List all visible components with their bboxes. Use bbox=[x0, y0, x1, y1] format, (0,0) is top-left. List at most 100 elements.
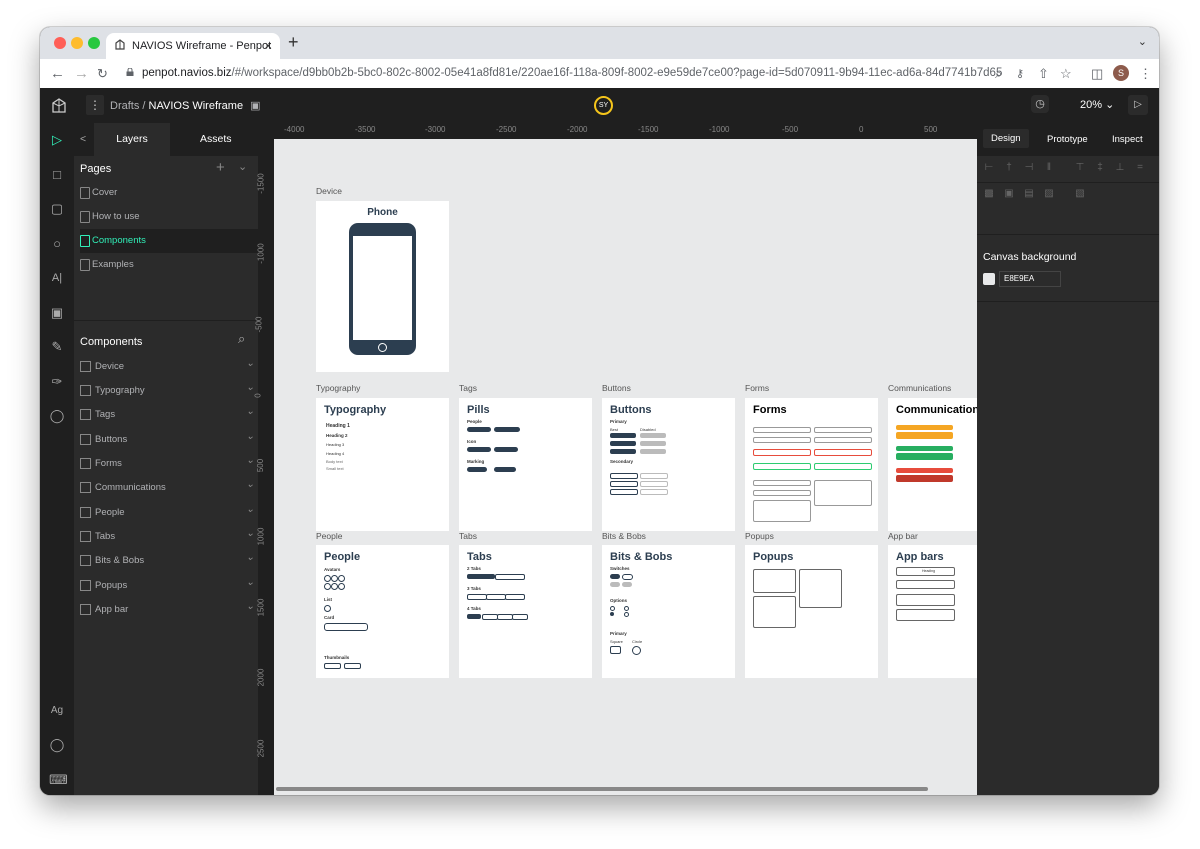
boolean-difference-icon[interactable]: ▣ bbox=[1003, 188, 1015, 200]
penpot-logo-icon[interactable] bbox=[50, 97, 68, 115]
curve-tool-icon[interactable]: ✎ bbox=[49, 339, 65, 355]
forward-icon[interactable]: → bbox=[74, 65, 89, 82]
typography-palette-icon[interactable]: Ag bbox=[49, 703, 65, 719]
board-label-tags[interactable]: Tags bbox=[459, 383, 477, 393]
tab-design[interactable]: Design bbox=[983, 129, 1029, 148]
board-label-popups[interactable]: Popups bbox=[745, 531, 774, 541]
chevron-down-icon[interactable]: ⌄ bbox=[246, 455, 254, 466]
board-forms[interactable]: Forms bbox=[745, 398, 878, 531]
close-window-button[interactable] bbox=[54, 37, 66, 49]
align-right-icon[interactable]: ⊣ bbox=[1023, 162, 1035, 174]
layer-item-forms[interactable]: Forms ⌄ bbox=[80, 455, 258, 477]
board-app-bar[interactable]: App bars Heading bbox=[888, 545, 977, 678]
board-communications[interactable]: Communications bbox=[888, 398, 977, 531]
board-label-communications[interactable]: Communications bbox=[888, 383, 951, 393]
layer-item-app-bar[interactable]: App bar ⌄ bbox=[80, 601, 258, 623]
collapse-pages-icon[interactable]: ⌄ bbox=[238, 160, 247, 173]
board-label-typography[interactable]: Typography bbox=[316, 383, 360, 393]
align-bottom-icon[interactable]: ⊥ bbox=[1114, 162, 1126, 174]
align-top-icon[interactable]: ⊤ bbox=[1074, 162, 1086, 174]
tab-prototype[interactable]: Prototype bbox=[1047, 134, 1088, 145]
search-icon[interactable]: ⌕ bbox=[995, 66, 1002, 82]
board-device[interactable]: Phone bbox=[316, 201, 449, 372]
chevron-down-icon[interactable]: ⌄ bbox=[246, 601, 254, 612]
share-icon[interactable]: ⇧ bbox=[1038, 66, 1049, 82]
boolean-intersection-icon[interactable]: ▤ bbox=[1023, 188, 1035, 200]
horizontal-scrollbar[interactable] bbox=[276, 787, 928, 791]
color-palette-icon[interactable]: ◯ bbox=[49, 737, 65, 753]
distribute-v-icon[interactable]: = bbox=[1134, 162, 1146, 174]
breadcrumb-project[interactable]: Drafts bbox=[110, 100, 139, 112]
zoom-dropdown[interactable]: 20% ⌄ bbox=[1080, 98, 1114, 111]
chevron-down-icon[interactable]: ⌄ bbox=[246, 577, 254, 588]
board-label-forms[interactable]: Forms bbox=[745, 383, 769, 393]
main-menu-icon[interactable]: ⋮ bbox=[86, 95, 104, 115]
rectangle-tool-icon[interactable]: ▢ bbox=[49, 201, 65, 217]
minimize-window-button[interactable] bbox=[71, 37, 83, 49]
browser-tab[interactable]: NAVIOS Wireframe - Penpot × bbox=[106, 33, 280, 59]
tab-layers[interactable]: Layers bbox=[94, 123, 170, 156]
chevron-down-icon[interactable]: ⌄ bbox=[246, 358, 254, 369]
browser-menu-icon[interactable]: ⋮ bbox=[1139, 66, 1152, 82]
page-item-how-to-use[interactable]: How to use bbox=[80, 205, 258, 229]
back-icon[interactable]: ← bbox=[50, 65, 65, 82]
search-icon[interactable]: ⌕ bbox=[238, 331, 245, 347]
bookmark-star-icon[interactable]: ☆ bbox=[1060, 66, 1072, 82]
board-label-tabs[interactable]: Tabs bbox=[459, 531, 477, 541]
ellipse-tool-icon[interactable]: ○ bbox=[49, 236, 65, 252]
breadcrumb-file-name[interactable]: NAVIOS Wireframe bbox=[149, 100, 244, 112]
align-left-icon[interactable]: ⊢ bbox=[983, 162, 995, 174]
keyboard-shortcuts-icon[interactable]: ⌨ bbox=[49, 772, 68, 788]
maximize-window-button[interactable] bbox=[88, 37, 100, 49]
path-tool-icon[interactable]: ✑ bbox=[49, 374, 65, 390]
board-typography[interactable]: Typography Heading 1 Heading 2 Heading 3… bbox=[316, 398, 449, 531]
text-tool-icon[interactable]: A| bbox=[49, 270, 65, 286]
chevron-down-icon[interactable]: ⌄ bbox=[246, 382, 254, 393]
password-key-icon[interactable]: ⚷ bbox=[1016, 67, 1024, 80]
page-item-examples[interactable]: Examples bbox=[80, 253, 258, 277]
page-item-cover[interactable]: Cover bbox=[80, 181, 258, 205]
board-tabs[interactable]: Tabs 2 Tabs 3 Tabs 4 Tabs bbox=[459, 545, 592, 678]
layer-item-device[interactable]: Device ⌄ bbox=[80, 358, 258, 380]
align-h-center-icon[interactable]: † bbox=[1003, 162, 1015, 174]
tab-assets[interactable]: Assets bbox=[200, 133, 232, 145]
layer-item-communications[interactable]: Communications ⌄ bbox=[80, 479, 258, 501]
board-tool-icon[interactable]: □ bbox=[49, 167, 65, 183]
board-popups[interactable]: Popups bbox=[745, 545, 878, 678]
new-tab-button[interactable]: + bbox=[288, 32, 299, 53]
board-people[interactable]: People Avatars List Card Thumbnails bbox=[316, 545, 449, 678]
page-item-components[interactable]: Components bbox=[80, 229, 258, 253]
board-label-app-bar[interactable]: App bar bbox=[888, 531, 918, 541]
canvas-background-hex-input[interactable]: E8E9EA bbox=[999, 271, 1061, 287]
tab-search-chevron-icon[interactable]: ⌄ bbox=[1138, 35, 1147, 48]
chevron-down-icon[interactable]: ⌄ bbox=[246, 431, 254, 442]
close-tab-icon[interactable]: × bbox=[264, 38, 272, 53]
layer-item-tags[interactable]: Tags ⌄ bbox=[80, 406, 258, 428]
layer-item-people[interactable]: People ⌄ bbox=[80, 504, 258, 526]
move-tool-icon[interactable]: ▷ bbox=[49, 132, 65, 148]
chevron-down-icon[interactable]: ⌄ bbox=[246, 528, 254, 539]
comments-tool-icon[interactable]: ◯ bbox=[49, 408, 65, 424]
board-label-bits-bobs[interactable]: Bits & Bobs bbox=[602, 531, 646, 541]
layer-item-typography[interactable]: Typography ⌄ bbox=[80, 382, 258, 404]
align-v-center-icon[interactable]: ‡ bbox=[1094, 162, 1106, 174]
history-icon[interactable]: ◷ bbox=[1031, 95, 1049, 113]
board-bits-bobs[interactable]: Bits & Bobs Switches Options Primary Squ… bbox=[602, 545, 735, 678]
collapse-panel-icon[interactable]: < bbox=[80, 133, 86, 145]
url-field[interactable]: penpot.navios.biz/#/workspace/d9bb0b2b-5… bbox=[142, 67, 1002, 79]
side-panel-icon[interactable]: ◫ bbox=[1091, 66, 1103, 82]
chevron-down-icon[interactable]: ⌄ bbox=[246, 479, 254, 490]
layer-item-buttons[interactable]: Buttons ⌄ bbox=[80, 431, 258, 453]
chevron-down-icon[interactable]: ⌄ bbox=[246, 504, 254, 515]
flatten-icon[interactable]: ▧ bbox=[1074, 188, 1086, 200]
boolean-union-icon[interactable]: ▩ bbox=[983, 188, 995, 200]
board-label-buttons[interactable]: Buttons bbox=[602, 383, 631, 393]
add-page-icon[interactable]: + bbox=[216, 159, 225, 176]
tab-inspect[interactable]: Inspect bbox=[1112, 134, 1143, 145]
board-label-device[interactable]: Device bbox=[316, 186, 342, 196]
library-icon[interactable]: ▣ bbox=[250, 100, 260, 112]
chevron-down-icon[interactable]: ⌄ bbox=[246, 406, 254, 417]
board-label-people[interactable]: People bbox=[316, 531, 342, 541]
reload-icon[interactable]: ↻ bbox=[97, 66, 108, 82]
lock-icon[interactable] bbox=[126, 68, 134, 76]
